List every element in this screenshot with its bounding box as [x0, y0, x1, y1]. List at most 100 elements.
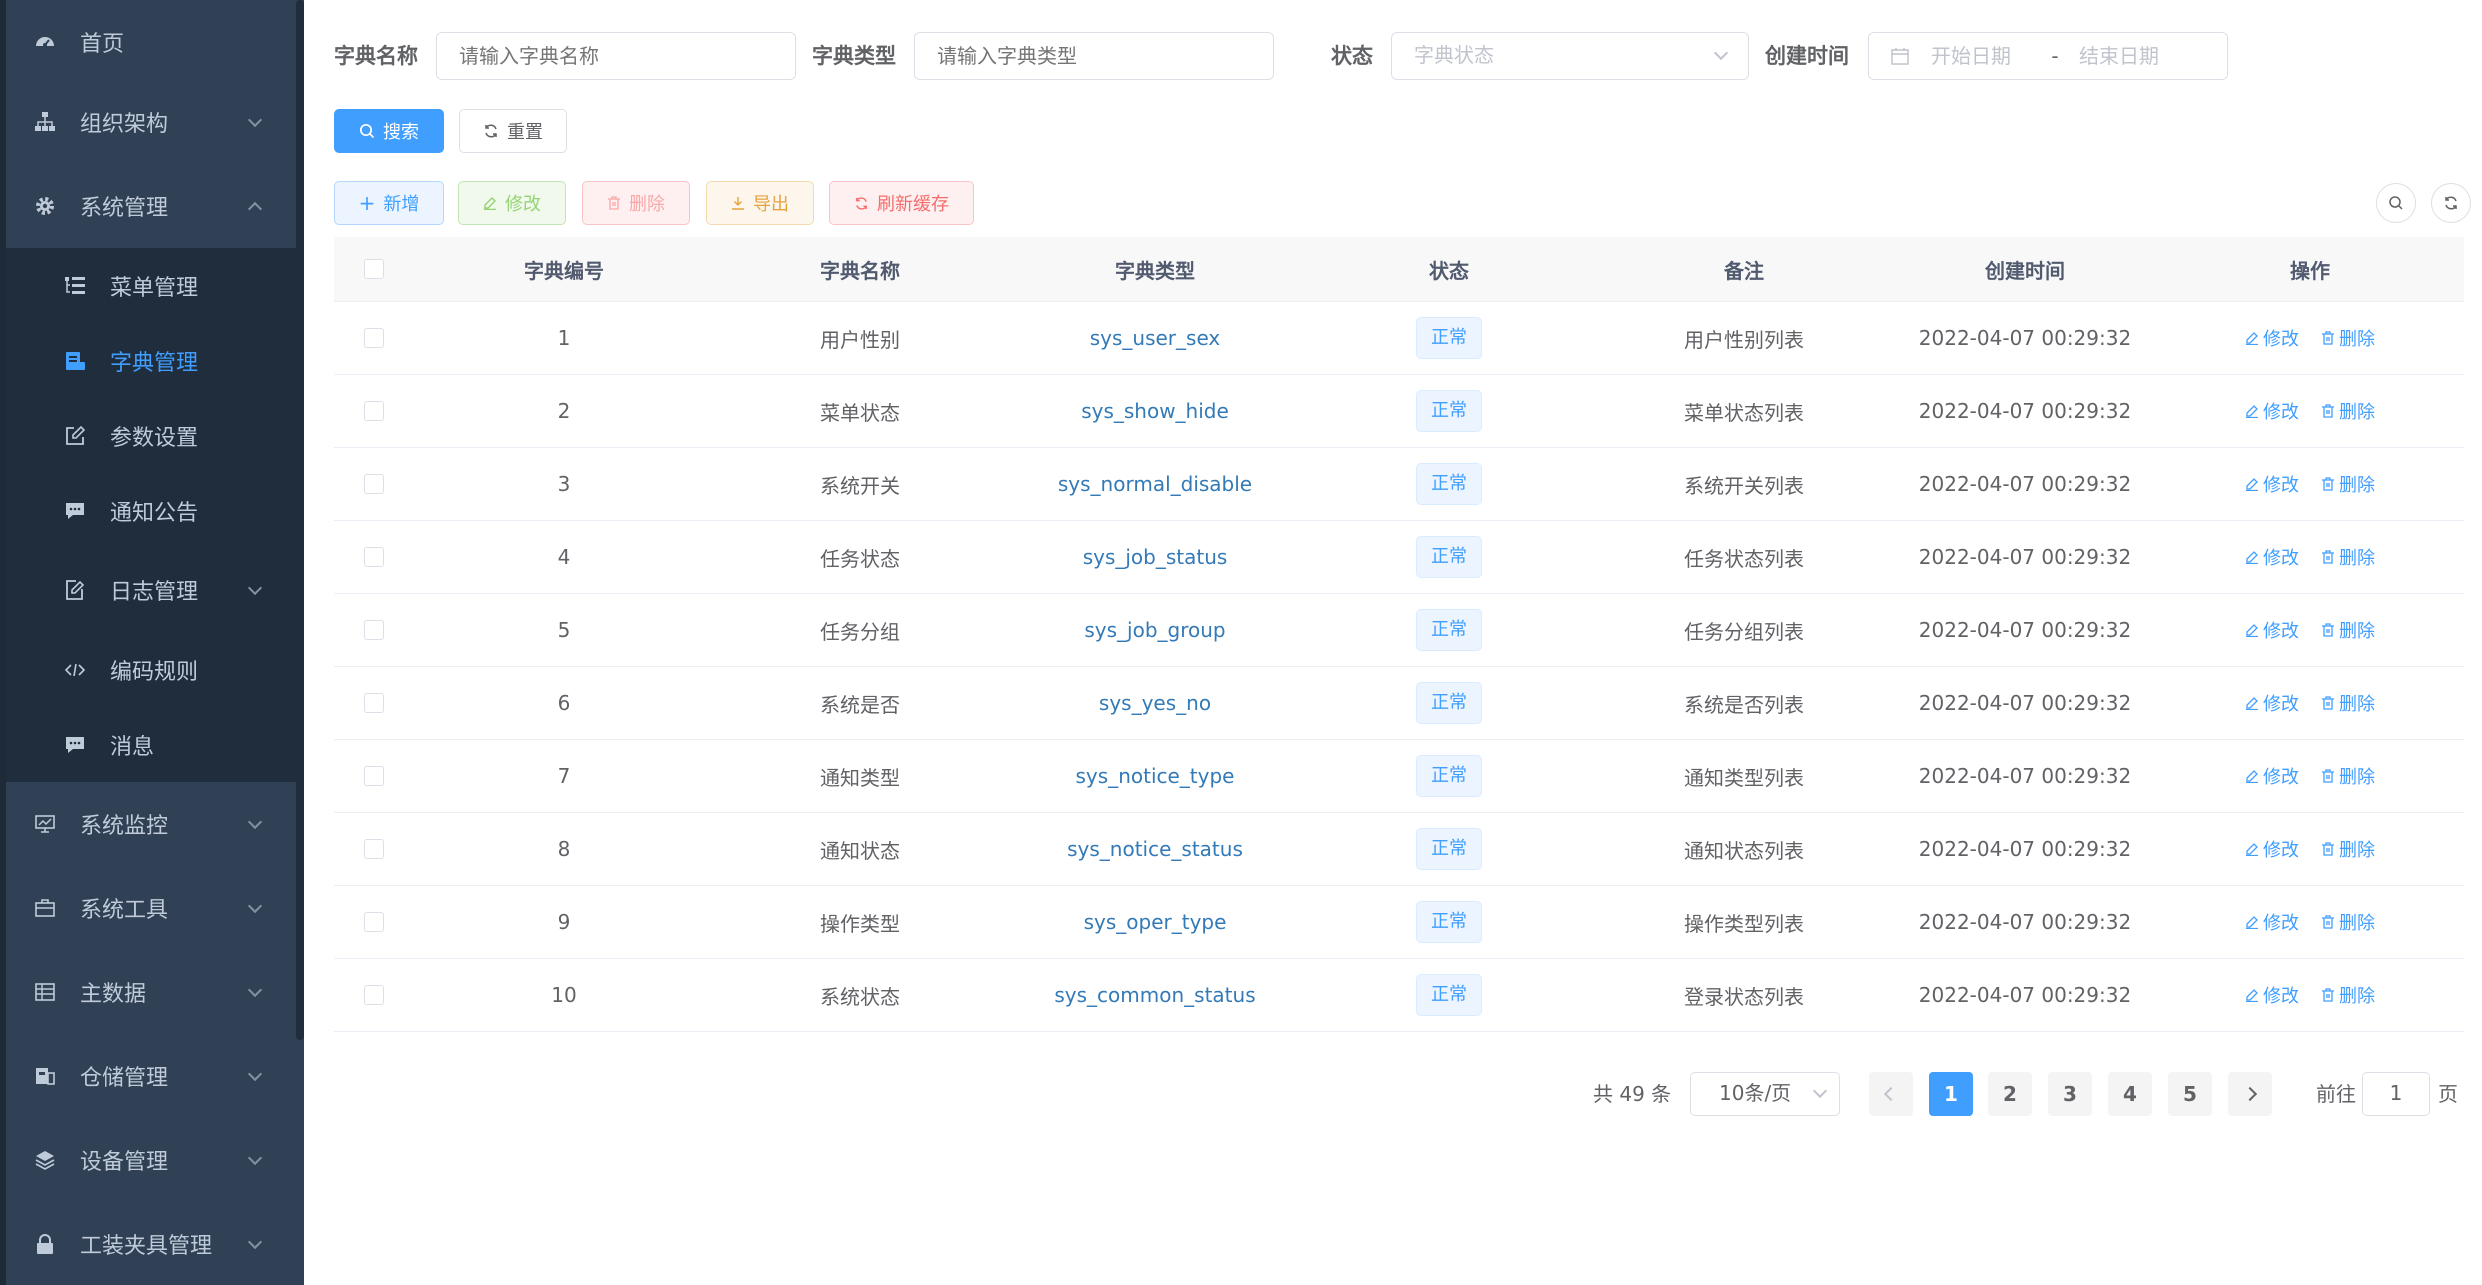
dict-type-link[interactable]: sys_normal_disable	[1058, 472, 1252, 496]
status-select[interactable]: 字典状态	[1391, 32, 1749, 80]
table-row[interactable]: 5 任务分组 sys_job_group 正常 任务分组列表 2022-04-0…	[334, 594, 2464, 667]
row-delete-button[interactable]: 删除	[2321, 471, 2375, 497]
row-edit-button[interactable]: 修改	[2245, 325, 2299, 351]
sidebar-item-code-rule[interactable]: 编码规则	[6, 632, 296, 707]
export-button[interactable]: 导出	[706, 181, 814, 225]
sidebar-scrollbar[interactable]	[296, 0, 304, 1040]
dict-type-link[interactable]: sys_oper_type	[1084, 910, 1227, 934]
row-edit-button[interactable]: 修改	[2245, 763, 2299, 789]
dict-type-link[interactable]: sys_job_status	[1083, 545, 1228, 569]
sidebar-item-warehouse[interactable]: 仓储管理	[6, 1034, 296, 1118]
refresh-table-button[interactable]	[2431, 183, 2471, 223]
page-5-button[interactable]: 5	[2168, 1072, 2212, 1116]
dict-type-input[interactable]	[914, 32, 1274, 80]
dict-type-link[interactable]: sys_job_group	[1084, 618, 1225, 642]
row-delete-button[interactable]: 删除	[2321, 982, 2375, 1008]
row-checkbox[interactable]	[364, 985, 384, 1005]
dict-type-field[interactable]	[937, 33, 1273, 79]
end-date-input[interactable]: 结束日期	[2079, 34, 2159, 79]
column-header[interactable]: 字典类型	[1006, 255, 1304, 284]
row-edit-button[interactable]: 修改	[2245, 690, 2299, 716]
table-row[interactable]: 2 菜单状态 sys_show_hide 正常 菜单状态列表 2022-04-0…	[334, 375, 2464, 448]
row-checkbox[interactable]	[364, 474, 384, 494]
sidebar-item-master-data[interactable]: 主数据	[6, 950, 296, 1034]
row-edit-button[interactable]: 修改	[2245, 836, 2299, 862]
row-checkbox[interactable]	[364, 912, 384, 932]
sidebar-item-message[interactable]: 消息	[6, 707, 296, 782]
row-delete-button[interactable]: 删除	[2321, 325, 2375, 351]
sidebar-item-fixtures[interactable]: 工装夹具管理	[6, 1202, 296, 1285]
page-4-button[interactable]: 4	[2108, 1072, 2152, 1116]
column-header[interactable]: 字典编号	[414, 255, 714, 284]
page-2-button[interactable]: 2	[1988, 1072, 2032, 1116]
row-delete-button[interactable]: 删除	[2321, 617, 2375, 643]
row-checkbox[interactable]	[364, 401, 384, 421]
sidebar-item-params[interactable]: 参数设置	[6, 398, 296, 473]
row-edit-button[interactable]: 修改	[2245, 544, 2299, 570]
goto-page-input[interactable]: 1	[2362, 1072, 2430, 1116]
next-page-button[interactable]	[2228, 1072, 2272, 1116]
column-header[interactable]: 状态	[1304, 255, 1594, 284]
table-row[interactable]: 3 系统开关 sys_normal_disable 正常 系统开关列表 2022…	[334, 448, 2464, 521]
edit-button[interactable]: 修改	[458, 181, 566, 225]
row-delete-button[interactable]: 删除	[2321, 544, 2375, 570]
dict-type-link[interactable]: sys_notice_type	[1076, 764, 1235, 788]
table-row[interactable]: 8 通知状态 sys_notice_status 正常 通知状态列表 2022-…	[334, 813, 2464, 886]
toggle-search-button[interactable]	[2376, 183, 2416, 223]
reset-button[interactable]: 重置	[459, 109, 567, 153]
page-3-button[interactable]: 3	[2048, 1072, 2092, 1116]
prev-page-button[interactable]	[1869, 1072, 1913, 1116]
row-checkbox[interactable]	[364, 693, 384, 713]
row-checkbox[interactable]	[364, 839, 384, 859]
row-delete-button[interactable]: 删除	[2321, 398, 2375, 424]
dict-name-input[interactable]	[436, 32, 796, 80]
search-button[interactable]: 搜索	[334, 109, 444, 153]
row-edit-button[interactable]: 修改	[2245, 471, 2299, 497]
row-checkbox[interactable]	[364, 620, 384, 640]
row-delete-button[interactable]: 删除	[2321, 763, 2375, 789]
row-checkbox[interactable]	[364, 547, 384, 567]
sidebar-item-notice[interactable]: 通知公告	[6, 473, 296, 548]
column-header[interactable]: 字典名称	[714, 255, 1006, 284]
sidebar-item-system[interactable]: 系统管理	[6, 164, 296, 248]
row-checkbox[interactable]	[364, 328, 384, 348]
table-row[interactable]: 1 用户性别 sys_user_sex 正常 用户性别列表 2022-04-07…	[334, 302, 2464, 375]
delete-button[interactable]: 删除	[582, 181, 690, 225]
row-delete-button[interactable]: 删除	[2321, 836, 2375, 862]
dict-type-link[interactable]: sys_yes_no	[1099, 691, 1211, 715]
sidebar-item-home[interactable]: 首页	[6, 0, 296, 84]
column-header[interactable]: 创建时间	[1894, 255, 2156, 284]
date-range-picker[interactable]: 开始日期 - 结束日期	[1868, 32, 2228, 80]
row-delete-button[interactable]: 删除	[2321, 690, 2375, 716]
table-row[interactable]: 9 操作类型 sys_oper_type 正常 操作类型列表 2022-04-0…	[334, 886, 2464, 959]
row-edit-button[interactable]: 修改	[2245, 982, 2299, 1008]
table-row[interactable]: 10 系统状态 sys_common_status 正常 登录状态列表 2022…	[334, 959, 2464, 1032]
page-size-select[interactable]: 10条/页	[1690, 1072, 1840, 1116]
dict-type-link[interactable]: sys_common_status	[1054, 983, 1255, 1007]
select-all-checkbox[interactable]	[364, 259, 384, 279]
row-delete-button[interactable]: 删除	[2321, 909, 2375, 935]
page-1-button[interactable]: 1	[1929, 1072, 1973, 1116]
sidebar-item-dict-manage[interactable]: 字典管理	[6, 323, 296, 398]
table-row[interactable]: 4 任务状态 sys_job_status 正常 任务状态列表 2022-04-…	[334, 521, 2464, 594]
start-date-input[interactable]: 开始日期	[1931, 34, 2031, 79]
row-edit-button[interactable]: 修改	[2245, 909, 2299, 935]
dict-type-link[interactable]: sys_show_hide	[1081, 399, 1229, 423]
add-button[interactable]: + 新增	[334, 181, 444, 225]
sidebar-item-tools[interactable]: 系统工具	[6, 866, 296, 950]
dict-name-field[interactable]	[459, 33, 795, 79]
table-row[interactable]: 6 系统是否 sys_yes_no 正常 系统是否列表 2022-04-07 0…	[334, 667, 2464, 740]
row-edit-button[interactable]: 修改	[2245, 398, 2299, 424]
dict-type-link[interactable]: sys_notice_status	[1067, 837, 1243, 861]
sidebar-item-menu-manage[interactable]: 菜单管理	[6, 248, 296, 323]
row-checkbox[interactable]	[364, 766, 384, 786]
dict-type-link[interactable]: sys_user_sex	[1090, 326, 1221, 350]
sidebar-item-log[interactable]: 日志管理	[6, 552, 296, 627]
sidebar-item-org[interactable]: 组织架构	[6, 80, 296, 164]
sidebar-item-equipment[interactable]: 设备管理	[6, 1118, 296, 1202]
sidebar-item-monitor[interactable]: 系统监控	[6, 782, 296, 866]
table-row[interactable]: 7 通知类型 sys_notice_type 正常 通知类型列表 2022-04…	[334, 740, 2464, 813]
column-header[interactable]: 备注	[1594, 255, 1894, 284]
row-edit-button[interactable]: 修改	[2245, 617, 2299, 643]
refresh-cache-button[interactable]: 刷新缓存	[829, 181, 974, 225]
